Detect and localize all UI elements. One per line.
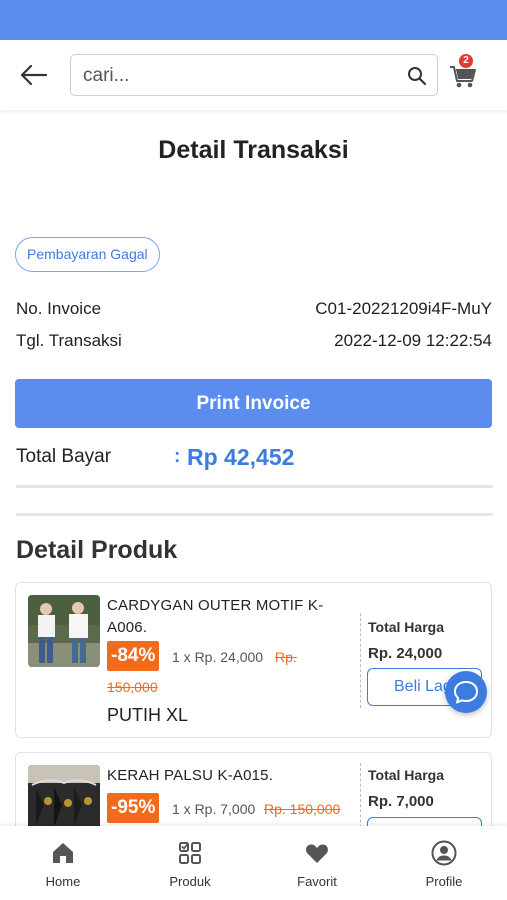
user-icon [431, 840, 457, 866]
nav-label-favorit: Favorit [297, 874, 337, 889]
total-price-label: Total Harga [368, 767, 444, 783]
page-title: Detail Transaksi [158, 136, 349, 164]
total-price-label: Total Harga [368, 619, 444, 635]
grid-icon [179, 842, 201, 864]
original-price: 150,000 [107, 679, 158, 695]
product-image[interactable] [28, 595, 100, 667]
nav-label-home: Home [45, 874, 81, 889]
total-price-value: Rp. 24,000 [368, 645, 443, 662]
status-bar [0, 0, 507, 40]
nav-label-produk: Produk [169, 874, 211, 889]
original-price: Rp. 150,000 [264, 801, 341, 817]
home-icon [53, 843, 73, 863]
back-button[interactable] [18, 60, 50, 90]
nav-label-profile: Profile [425, 874, 463, 889]
total-label: Total Bayar [16, 446, 112, 467]
print-invoice-button[interactable]: Print Invoice [15, 379, 492, 428]
nav-item-profile[interactable]: Profile [381, 826, 507, 900]
divider [16, 513, 493, 516]
cart-button[interactable]: 2 [448, 54, 478, 90]
heart-icon [306, 844, 328, 863]
product-name[interactable]: CARDYGAN OUTER MOTIF K-A006. [107, 595, 337, 639]
top-bar: 2 [0, 40, 507, 110]
section-title: Detail Produk [16, 536, 178, 564]
search-input[interactable] [83, 63, 393, 89]
quantity-price: 1 x Rp. 7,000 [172, 801, 256, 817]
product-card: CARDYGAN OUTER MOTIF K-A006. -84% 1 x Rp… [15, 582, 492, 738]
total-value: Rp 42,452 [187, 444, 295, 470]
product-name[interactable]: KERAH PALSU K-A015. [107, 765, 337, 787]
bottom-nav: Home Produk Favorit Profile [0, 826, 507, 900]
date-value: 2022-12-09 12:22:54 [334, 331, 492, 350]
quantity-price: 1 x Rp. 24,000 [172, 649, 264, 665]
date-label: Tgl. Transaksi [16, 331, 122, 350]
search-icon[interactable] [407, 66, 427, 86]
product-variant: PUTIH XL [107, 705, 189, 725]
divider [16, 485, 493, 488]
nav-item-produk[interactable]: Produk [127, 826, 253, 900]
total-colon: : [174, 446, 181, 467]
original-price: Rp. [275, 649, 297, 665]
cart-count-badge: 2 [459, 54, 473, 68]
nav-item-home[interactable]: Home [0, 826, 126, 900]
chat-button[interactable] [445, 671, 487, 713]
divider [360, 613, 361, 708]
search-box [70, 54, 438, 96]
total-price-value: Rp. 7,000 [368, 793, 434, 810]
status-badge: Pembayaran Gagal [15, 237, 160, 272]
discount-badge: -84% [107, 641, 160, 671]
invoice-label: No. Invoice [16, 299, 102, 318]
invoice-value: C01-20221209i4F-MuY [315, 299, 492, 318]
chat-icon [454, 681, 478, 704]
arrow-left-icon [20, 64, 48, 86]
discount-badge: -95% [107, 793, 160, 823]
nav-item-favorit[interactable]: Favorit [254, 826, 380, 900]
